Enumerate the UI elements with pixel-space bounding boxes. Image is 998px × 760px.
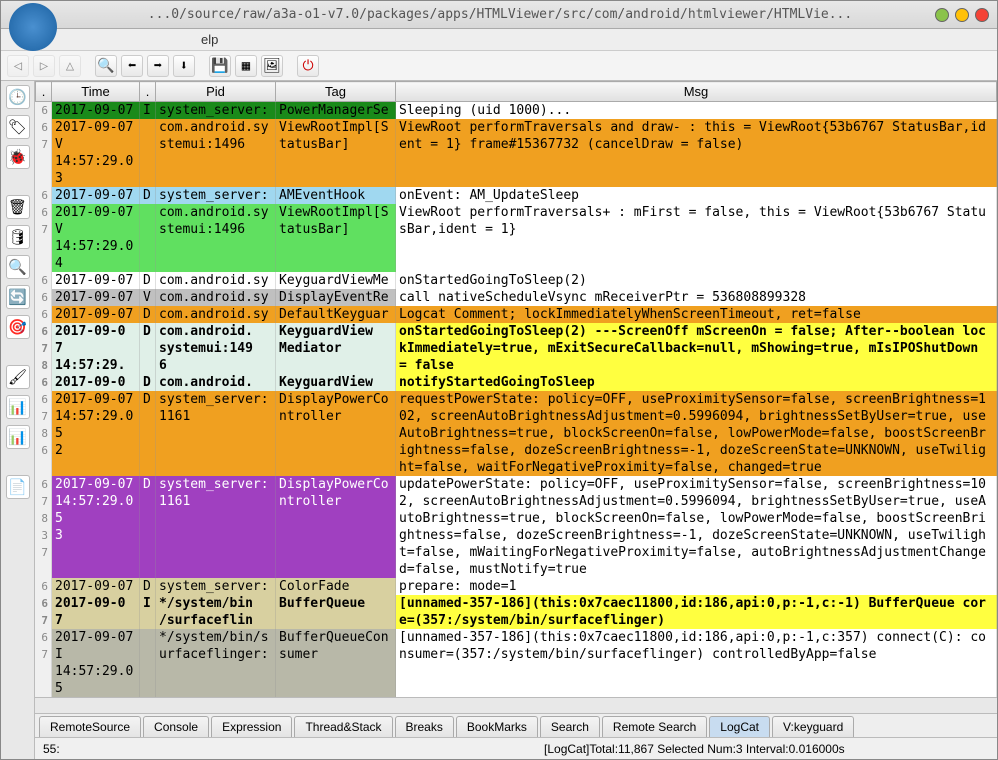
export-icon[interactable]: ⬇ [173,55,195,77]
tab-logcat[interactable]: LogCat [709,716,770,737]
horizontal-scrollbar[interactable] [35,697,997,713]
log-row[interactable]: 62017-09-07Dcom.android.syDefaultKeyguar… [36,306,997,323]
arrow-right-icon[interactable]: ➡ [147,55,169,77]
menu-help[interactable]: elp [201,32,218,47]
tab-remote search[interactable]: Remote Search [602,716,707,737]
arrow-left-icon[interactable]: ⬅ [121,55,143,77]
search-side-icon[interactable]: 🔍 [6,255,30,279]
tag-icon[interactable]: 🏷 [6,115,30,139]
power-icon[interactable]: ⏻ [297,55,319,77]
tab-expression[interactable]: Expression [211,716,292,737]
log-row[interactable]: 6 7 8 3 72017-09-07 14:57:29.05 3Dsystem… [36,476,997,578]
status-bar: 55: [LogCat]Total:11,867 Selected Num:3 … [35,737,997,759]
log-row[interactable]: 6 72017-09-07 V 14:57:29.03com.android.s… [36,119,997,187]
tab-bookmarks[interactable]: BookMarks [456,716,538,737]
close-button[interactable] [975,8,989,22]
chart2-icon[interactable]: 📊 [6,425,30,449]
log-row[interactable]: 62017-09-07Dsystem_server:ColorFadeprepa… [36,578,997,595]
target-icon[interactable]: 🎯 [6,315,30,339]
grid-icon[interactable]: ▦ [235,55,257,77]
tab-console[interactable]: Console [143,716,209,737]
paint-icon[interactable]: 🖌 [6,365,30,389]
app-logo-icon [9,3,57,51]
status-right: [LogCat]Total:11,867 Selected Num:3 Inte… [204,742,845,756]
log-row[interactable]: 62017-09-07Dsystem_server:AMEventHookonE… [36,187,997,204]
save-icon[interactable]: 💾 [209,55,231,77]
col-pid[interactable]: Pid [156,82,276,102]
window-title: ...0/source/raw/a3a-o1-v7.0/packages/app… [65,7,935,22]
refresh-icon[interactable]: 🔄 [6,285,30,309]
col-lv[interactable]: . [140,82,156,102]
log-grid[interactable]: . Time . Pid Tag Msg 62017-09-07Isystem_… [35,81,997,697]
window-controls [935,8,989,22]
clock-icon[interactable]: 🕒 [6,85,30,109]
tab-v:keyguard[interactable]: V:keyguard [772,716,854,737]
bottom-tabs: RemoteSourceConsoleExpressionThread&Stac… [35,713,997,737]
tab-thread&stack[interactable]: Thread&Stack [294,716,392,737]
col-n[interactable]: . [36,82,52,102]
chart-icon[interactable]: 📊 [6,395,30,419]
minimize-button[interactable] [935,8,949,22]
log-row[interactable]: 6 7 8 62017-09-07 14:57:29.05 2Dsystem_s… [36,391,997,476]
log-row[interactable]: 62017-09-07Isystem_server:PowerManagerSe… [36,102,997,120]
status-left: 55: [43,742,60,756]
maximize-button[interactable] [955,8,969,22]
log-row[interactable]: 6 72017-09-07 V 14:57:29.04com.android.s… [36,204,997,272]
col-tag[interactable]: Tag [276,82,396,102]
tab-search[interactable]: Search [540,716,600,737]
grid-header-row: . Time . Pid Tag Msg [36,82,997,102]
toolbar: ◁ ▷ △ 🔍 ⬅ ➡ ⬇ 💾 ▦ 🖼 ⏻ [1,51,997,81]
image-icon[interactable]: 🖼 [261,55,283,77]
col-msg[interactable]: Msg [396,82,997,102]
tb-nav-back[interactable]: ◁ [7,55,29,77]
search-icon[interactable]: 🔍 [95,55,117,77]
side-toolbar: 🕒 🏷 🐞 🗑 🛢 🔍 🔄 🎯 🖌 📊 📊 📄 [1,81,35,759]
titlebar: ...0/source/raw/a3a-o1-v7.0/packages/app… [1,1,997,29]
menubar: elp [1,29,997,51]
tb-nav-up[interactable]: △ [59,55,81,77]
database-icon[interactable]: 🛢 [6,225,30,249]
log-row[interactable]: 62017-09-07Vcom.android.syDisplayEventRe… [36,289,997,306]
tab-breaks[interactable]: Breaks [395,716,454,737]
bug-icon[interactable]: 🐞 [6,145,30,169]
log-row[interactable]: 62017-09-07Dcom.android.syKeyguardViewMe… [36,272,997,289]
trash-icon[interactable]: 🗑 [6,195,30,219]
log-row[interactable]: 6 72017-09-07 I 14:57:29.05*/system/bin/… [36,629,997,697]
log-row[interactable]: 6 72017-09-0 7I*/system/bin /surfaceflin… [36,595,997,629]
col-time[interactable]: Time [52,82,140,102]
log-row[interactable]: 6 7 82017-09-0 7 14:57:29.Dcom.android. … [36,323,997,374]
tab-remotesource[interactable]: RemoteSource [39,716,141,737]
log-row[interactable]: 62017-09-0Dcom.android.KeyguardViewnotif… [36,374,997,391]
note-icon[interactable]: 📄 [6,475,30,499]
tb-nav-fwd[interactable]: ▷ [33,55,55,77]
